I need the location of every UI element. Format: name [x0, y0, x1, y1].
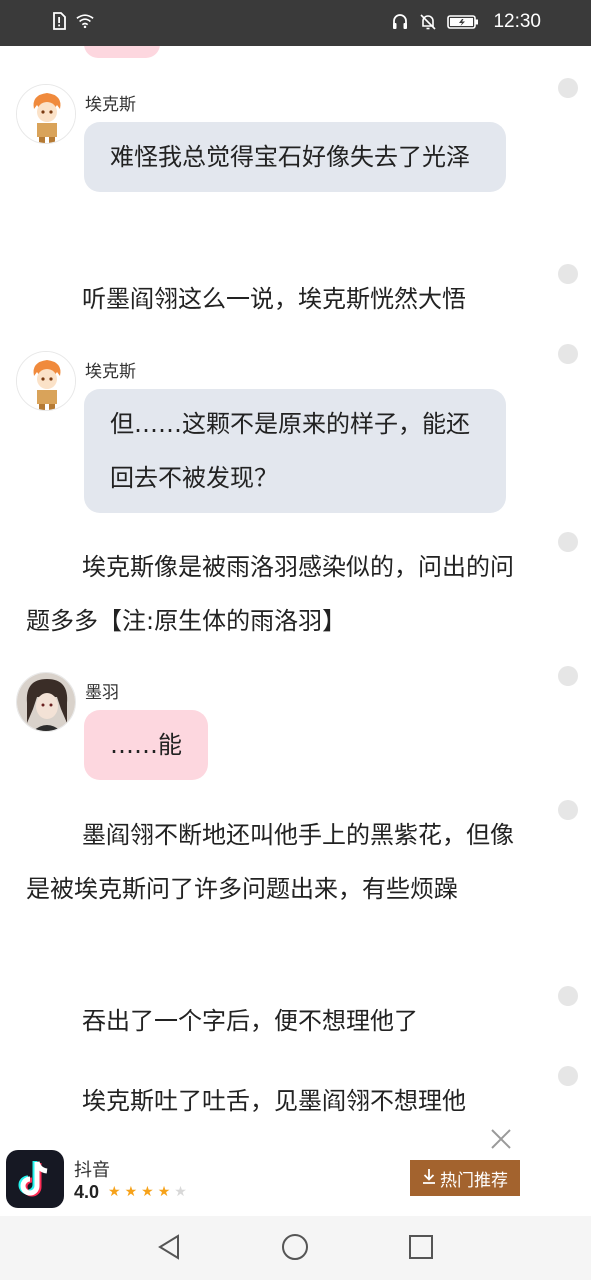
comment-dot[interactable]: [558, 78, 578, 98]
back-icon[interactable]: [154, 1232, 184, 1262]
star-icon: ★: [124, 1184, 138, 1200]
narration-paragraph: 吞出了一个字后，便不想理他了: [82, 1007, 418, 1035]
headset-icon: [391, 13, 409, 31]
battery-charging-icon: [447, 13, 479, 31]
comment-dot[interactable]: [558, 264, 578, 284]
sim-alert-icon: [50, 12, 68, 30]
narration-paragraph: 墨阎翎不断地还叫他手上的黑紫花，但像是被埃克斯问了许多问题出来，有些烦躁: [26, 821, 514, 903]
status-left: [50, 12, 94, 30]
moyu-avatar[interactable]: [16, 672, 76, 732]
wifi-icon: [76, 12, 94, 30]
previous-bubble-tail: [84, 46, 160, 58]
comment-dot[interactable]: [558, 344, 578, 364]
douyin-logo-icon[interactable]: [6, 1150, 64, 1208]
recents-icon[interactable]: [406, 1232, 436, 1262]
star-rating: ★ ★ ★ ★ ★: [108, 1184, 187, 1200]
message-bubble[interactable]: 难怪我总觉得宝石好像失去了光泽: [84, 122, 506, 192]
comment-dot[interactable]: [558, 666, 578, 686]
ad-button-label: 热门推荐: [440, 1170, 508, 1191]
exe-avatar[interactable]: [16, 351, 76, 411]
status-right: 12:30: [391, 11, 541, 33]
star-icon: ★: [157, 1184, 171, 1200]
download-icon: [422, 1168, 436, 1189]
home-icon[interactable]: [280, 1232, 310, 1262]
ad-app-name: 抖音: [74, 1160, 110, 1181]
ad-rating: 4.0: [74, 1182, 100, 1202]
speaker-name: 墨羽: [85, 683, 119, 703]
message-bubble[interactable]: ……能: [84, 710, 208, 780]
narration-paragraph: 埃克斯像是被雨洛羽感染似的，问出的问题多多【注:原生体的雨洛羽】: [26, 553, 514, 635]
clock: 12:30: [493, 11, 541, 32]
exe-avatar[interactable]: [16, 84, 76, 144]
bell-off-icon: [419, 13, 437, 31]
navigation-bar: [0, 1216, 591, 1280]
comment-dot[interactable]: [558, 800, 578, 820]
status-bar: 12:30: [0, 0, 591, 46]
star-icon: ★: [141, 1184, 154, 1200]
close-icon[interactable]: [488, 1126, 514, 1152]
comment-dot[interactable]: [558, 532, 578, 552]
star-icon: ★: [174, 1184, 187, 1200]
narration-paragraph: 听墨阎翎这么一说，埃克斯恍然大悟: [82, 285, 466, 313]
ad-banner[interactable]: 抖音 4.0 ★ ★ ★ ★ ★ 热门推荐: [0, 1129, 591, 1216]
ad-download-button[interactable]: 热门推荐: [410, 1160, 520, 1196]
star-icon: ★: [108, 1184, 121, 1200]
speaker-name: 埃克斯: [85, 95, 136, 115]
message-bubble[interactable]: 但……这颗不是原来的样子，能还回去不被发现？: [84, 389, 506, 513]
chat-reader[interactable]: 埃克斯 难怪我总觉得宝石好像失去了光泽 听墨阎翎这么一说，埃克斯恍然大悟 埃克斯…: [0, 46, 591, 1146]
comment-dot[interactable]: [558, 986, 578, 1006]
comment-dot[interactable]: [558, 1066, 578, 1086]
speaker-name: 埃克斯: [85, 362, 136, 382]
narration-paragraph: 埃克斯吐了吐舌，见墨阎翎不想理他: [82, 1087, 466, 1115]
